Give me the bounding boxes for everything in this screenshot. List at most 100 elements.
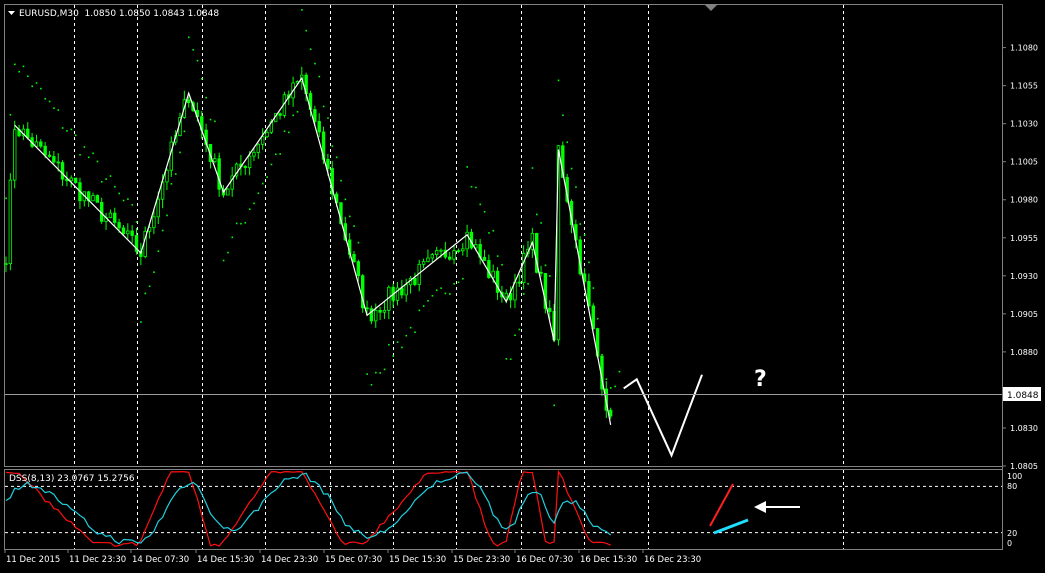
sar-dot (609, 387, 612, 389)
sar-dot (79, 153, 81, 156)
sar-dot (9, 114, 12, 116)
sar-dot (14, 63, 16, 66)
candle-body (73, 177, 78, 184)
candle-body (8, 179, 13, 265)
current-price-label: 1.0848 (1007, 391, 1039, 401)
sar-dot (83, 146, 86, 148)
sar-dot (327, 117, 329, 119)
price-tick-label: 1.1030 (1010, 120, 1038, 129)
sar-dot (109, 175, 112, 177)
chart-window[interactable]: 1.1080 1.1055 1.1030 1.1005 1.0980 1.0955 1.09… (0, 0, 1045, 569)
sar-dot (201, 77, 203, 80)
candle-body (439, 249, 443, 252)
price-tick-label: 1.0830 (1010, 424, 1038, 433)
candle-body (4, 263, 8, 266)
time-tick-label: 11 Dec 2015 (6, 555, 60, 565)
sar-dot (527, 282, 529, 285)
candle-body (26, 128, 30, 139)
price-tick-label: 1.0880 (1010, 348, 1038, 357)
sar-dot (261, 182, 264, 185)
candle-body (521, 252, 526, 284)
sar-dot (536, 213, 538, 216)
sar-dot (314, 62, 316, 65)
sar-dot (35, 82, 38, 84)
sar-dot (118, 192, 120, 195)
price-chart[interactable]: 1.1080 1.1055 1.1030 1.1005 1.0980 1.0955 1.09… (0, 0, 1045, 569)
candle-body (539, 271, 543, 274)
price-tick-label: 1.0955 (1010, 234, 1038, 243)
sar-dot (462, 277, 464, 280)
dss-level-100: 100 (1007, 472, 1022, 481)
candle-body (352, 253, 356, 263)
sar-dot (92, 152, 94, 155)
candle-body (165, 169, 169, 183)
sar-dot (466, 166, 468, 168)
candle-body (426, 257, 430, 263)
sar-dot (240, 222, 242, 225)
sar-dot (122, 199, 125, 202)
time-tick-label: 14 Dec 23:30 (261, 555, 318, 565)
sar-dot (414, 331, 416, 334)
sar-dot (353, 225, 355, 227)
sar-dot (483, 210, 486, 213)
sar-dot (562, 114, 564, 117)
candle-body (491, 270, 495, 278)
sar-dot (540, 222, 542, 224)
sar-dot (370, 383, 373, 386)
sar-dot (205, 96, 207, 99)
sar-dot (57, 109, 60, 111)
candle-body (108, 212, 113, 218)
sar-dot (279, 153, 281, 155)
sar-dot (344, 198, 347, 201)
sar-dot (618, 370, 621, 373)
candle-body (548, 307, 552, 312)
sar-dot (544, 264, 547, 267)
time-tick-label: 14 Dec 15:30 (197, 555, 254, 565)
sar-dot (22, 65, 25, 68)
candle-body (482, 256, 487, 261)
sar-dot (348, 215, 351, 218)
sar-dot (183, 130, 186, 133)
candle-body (95, 195, 100, 203)
sar-dot (231, 236, 234, 239)
candle-body (226, 188, 230, 196)
sar-dot (601, 353, 603, 356)
sar-dot (248, 208, 251, 211)
sar-dot (470, 185, 473, 188)
sar-dot (588, 261, 590, 264)
candle-body (252, 151, 256, 157)
sar-dot (105, 178, 107, 180)
candle-body (91, 195, 95, 202)
sar-dot (18, 70, 20, 73)
time-tick-label: 15 Dec 07:30 (325, 555, 382, 565)
candle-body (247, 155, 252, 168)
sar-dot (388, 343, 390, 346)
sar-dot (174, 173, 177, 175)
candle-body (421, 261, 426, 265)
candle-body (413, 277, 417, 285)
candle-body (313, 109, 317, 122)
sar-dot (209, 118, 212, 121)
candle-body (121, 227, 126, 235)
sar-dot (322, 105, 325, 108)
candle-body (39, 141, 43, 147)
candle-body (126, 230, 130, 235)
sar-dot (114, 185, 116, 188)
price-tick-label: 1.0805 (1010, 462, 1038, 471)
sar-dot (301, 9, 303, 11)
sar-dot (96, 160, 99, 163)
candle-body (186, 99, 191, 104)
sar-dot (214, 120, 216, 123)
candle-body (52, 156, 56, 163)
sar-dot (275, 153, 277, 156)
sar-dot (557, 79, 560, 82)
candle-body (456, 250, 461, 253)
sar-dot (157, 250, 160, 252)
candle-body (430, 254, 434, 259)
sar-dot (592, 287, 595, 289)
candle-body (504, 292, 508, 298)
price-tick-label: 1.1005 (1010, 158, 1038, 167)
sar-dot (235, 222, 238, 225)
time-tick-label: 15 Dec 23:30 (453, 555, 510, 565)
sar-dot (518, 328, 521, 331)
